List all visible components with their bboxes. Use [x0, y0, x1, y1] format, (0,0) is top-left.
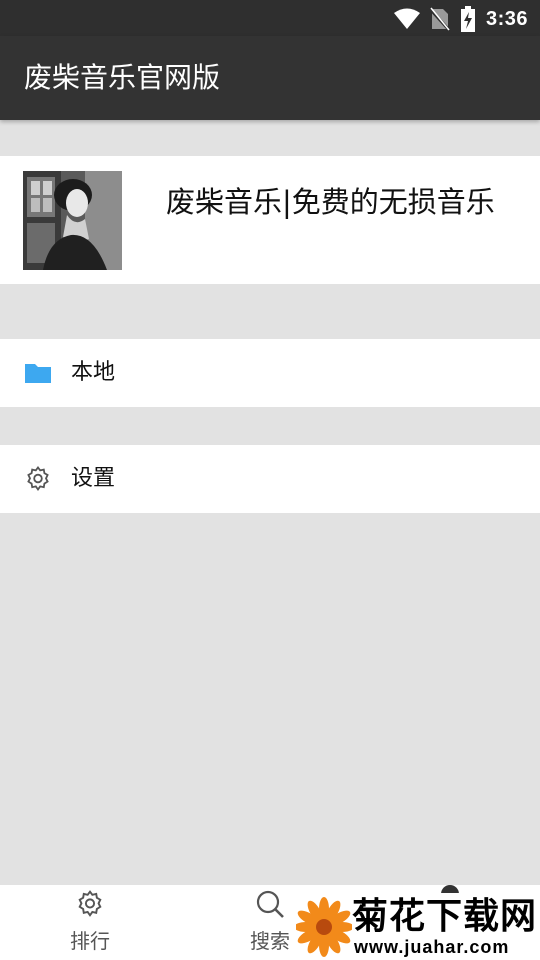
status-icons: 3:36: [393, 6, 528, 32]
gear-icon: [24, 465, 52, 493]
watermark-url: www.juahar.com: [354, 937, 510, 957]
menu-item-label: 本地: [71, 360, 116, 385]
status-bar: 3:36: [0, 0, 540, 36]
folder-icon: [24, 359, 52, 387]
menu-item-settings[interactable]: 设置: [0, 445, 540, 513]
page-title: 废柴音乐官网版: [24, 61, 221, 94]
profile-card[interactable]: 废柴音乐|免费的无损音乐: [0, 156, 540, 284]
wifi-icon: [393, 8, 420, 30]
status-time: 3:36: [485, 7, 528, 30]
tab-label: 排行: [70, 929, 110, 953]
watermark-text: 菊花下载网: [352, 896, 538, 937]
watermark: 菊花下载网 www.juahar.com: [294, 893, 540, 960]
no-sim-icon: [429, 7, 450, 31]
search-icon: [255, 889, 285, 919]
menu-item-label: 设置: [71, 466, 116, 491]
flower-logo-icon: [294, 897, 354, 960]
avatar[interactable]: [23, 171, 122, 270]
tab-ranking[interactable]: 排行: [0, 885, 180, 960]
battery-charging-icon: [460, 6, 476, 32]
app-bar: 废柴音乐官网版: [0, 36, 540, 120]
menu-item-local[interactable]: 本地: [0, 339, 540, 407]
profile-name: 废柴音乐|免费的无损音乐: [166, 185, 495, 219]
settings-tab-icon: [75, 889, 105, 919]
